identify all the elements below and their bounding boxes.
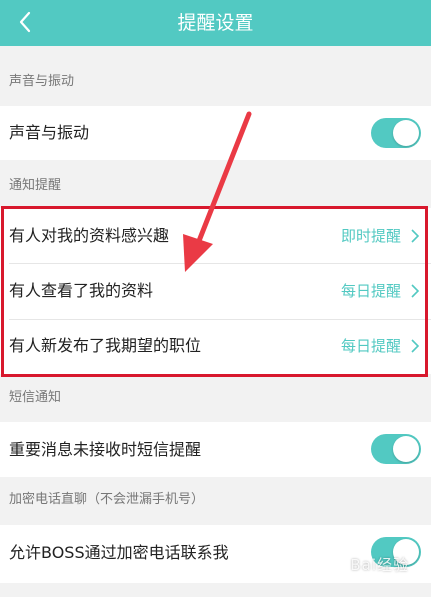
row-value: 每日提醒 — [340, 282, 401, 300]
page-title: 提醒设置 — [177, 12, 254, 34]
toggle-knob — [393, 120, 419, 146]
section-label-sound: 声音与振动 — [9, 74, 75, 89]
nav-bar: 提醒设置 — [0, 0, 431, 46]
list-item[interactable]: 有人对我的资料感兴趣 即时提醒 — [0, 208, 431, 263]
section-label-sms: 短信通知 — [9, 390, 62, 405]
chevron-right-icon — [410, 338, 420, 354]
chevron-right-icon — [410, 228, 420, 244]
watermark: Bai经验 — [350, 556, 409, 574]
row-label: 有人对我的资料感兴趣 — [9, 226, 170, 245]
row-label: 允许BOSS通过加密电话联系我 — [9, 543, 229, 562]
sound-vibration-toggle[interactable] — [371, 118, 421, 148]
toggle-knob — [393, 436, 419, 462]
row-label: 有人新发布了我期望的职位 — [9, 336, 202, 355]
row-label: 有人查看了我的资料 — [9, 281, 154, 300]
row-label: 重要消息未接收时短信提醒 — [9, 440, 202, 459]
section-label-call: 加密电话直聊（不会泄漏手机号） — [9, 492, 205, 507]
row-value: 即时提醒 — [340, 227, 401, 245]
sms-reminder-toggle[interactable] — [371, 434, 421, 464]
chevron-right-icon — [410, 283, 420, 299]
list-item[interactable]: 有人新发布了我期望的职位 每日提醒 — [0, 320, 431, 374]
notify-rows-group: 有人对我的资料感兴趣 即时提醒 有人查看了我的资料 每日提醒 有人新发布了我期望… — [0, 208, 431, 374]
row-sms-reminder: 重要消息未接收时短信提醒 — [0, 422, 431, 477]
section-label-notify: 通知提醒 — [9, 178, 62, 193]
row-label: 声音与振动 — [9, 123, 90, 142]
row-sound-vibration: 声音与振动 — [0, 106, 431, 160]
list-item[interactable]: 有人查看了我的资料 每日提醒 — [0, 264, 431, 319]
row-value: 每日提醒 — [340, 337, 401, 355]
